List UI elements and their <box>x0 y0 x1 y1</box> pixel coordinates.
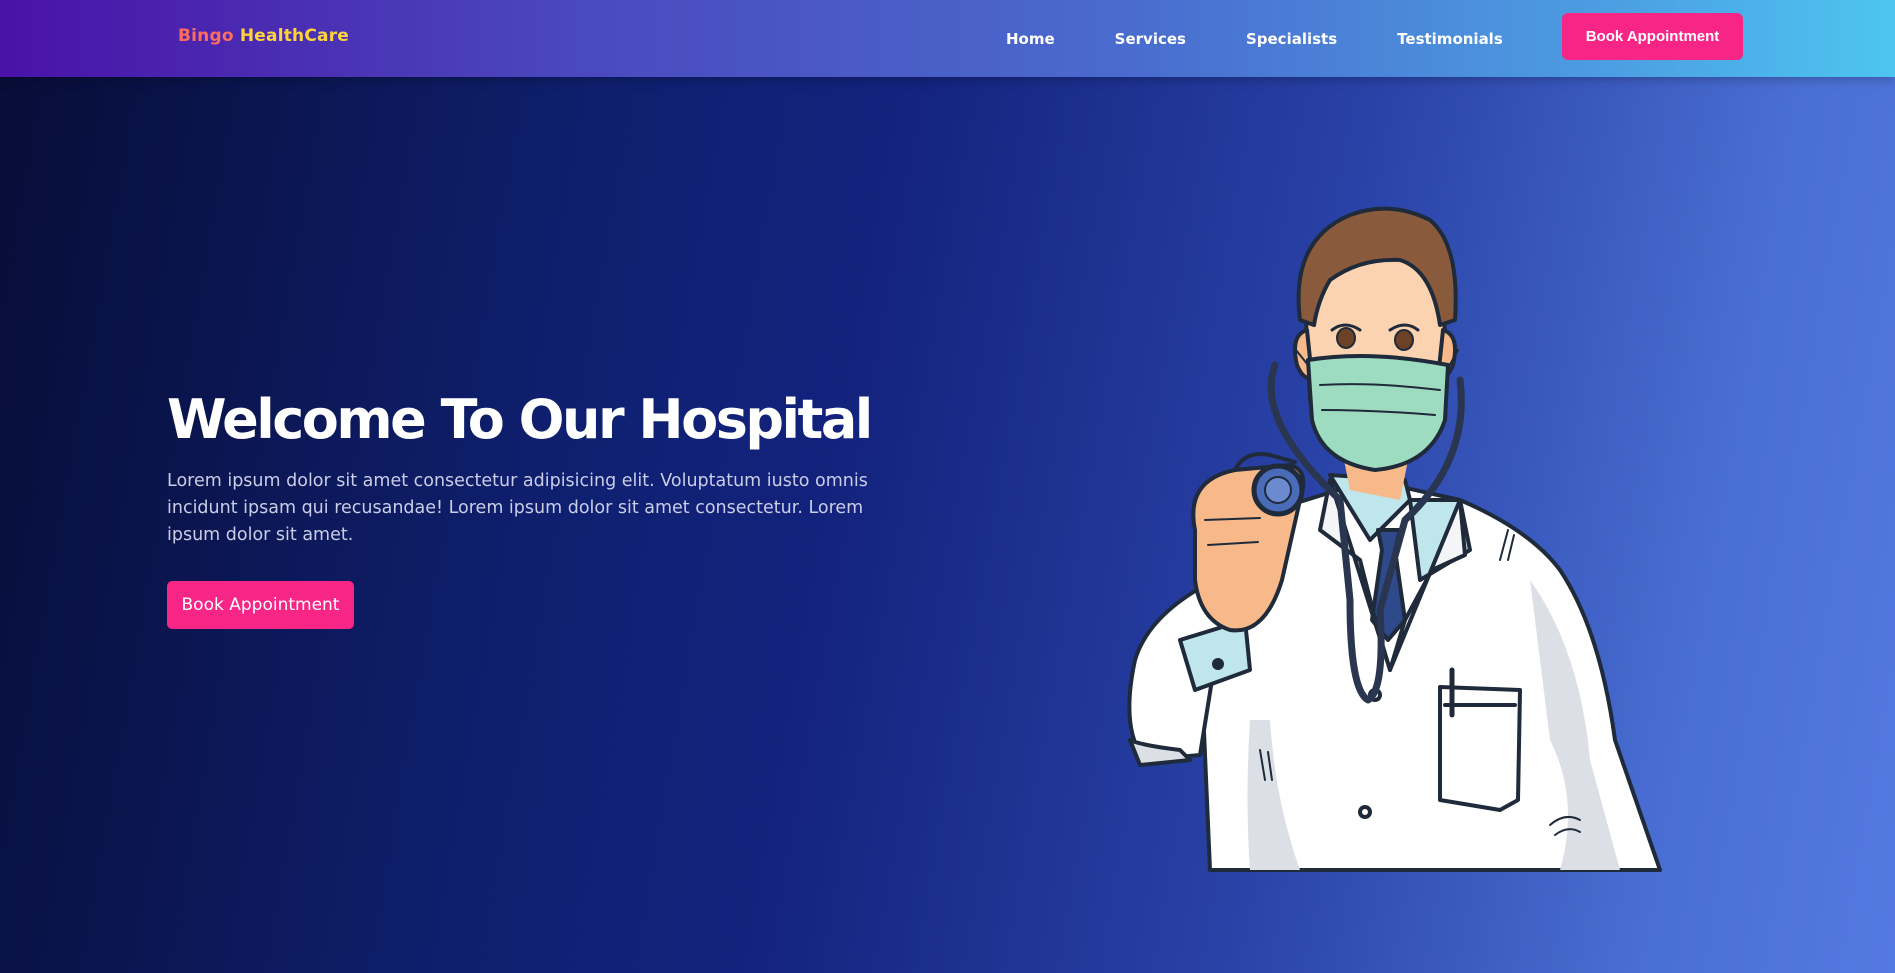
nav-link-specialists[interactable]: Specialists <box>1246 30 1337 48</box>
nav-link-home[interactable]: Home <box>1006 30 1055 48</box>
nav-link-services[interactable]: Services <box>1115 30 1186 48</box>
page: Bingo HealthCare Home Services Specialis… <box>0 0 1895 973</box>
navbar: Bingo HealthCare Home Services Specialis… <box>0 0 1895 77</box>
nav-link-testimonials[interactable]: Testimonials <box>1397 30 1503 48</box>
brand-logo[interactable]: Bingo HealthCare <box>178 26 349 46</box>
hero-book-appointment-button[interactable]: Book Appointment <box>167 581 354 629</box>
nav-book-appointment-button[interactable]: Book Appointment <box>1562 13 1743 60</box>
doctor-illustration <box>1127 206 1662 872</box>
face-mask <box>1306 354 1450 472</box>
nav-links: Home Services Specialists Testimonials <box>1006 0 1563 77</box>
brand-name-part1: Bingo <box>178 26 234 46</box>
hero-description: Lorem ipsum dolor sit amet consectetur a… <box>167 471 868 545</box>
hero-title: Welcome To Our Hospital <box>167 388 873 451</box>
brand-name-part2: HealthCare <box>239 26 350 46</box>
